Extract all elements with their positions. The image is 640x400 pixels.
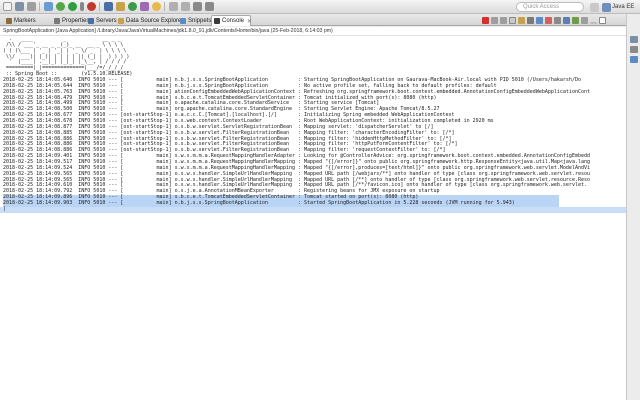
remove-launch-icon[interactable] bbox=[491, 17, 498, 24]
previous-annotation-icon[interactable] bbox=[181, 2, 190, 11]
task-list-icon[interactable] bbox=[630, 56, 638, 63]
console-icon bbox=[214, 18, 220, 24]
display-console-icon[interactable] bbox=[563, 17, 570, 24]
open-type-icon[interactable] bbox=[140, 2, 149, 11]
tab-label: Servers bbox=[96, 17, 117, 24]
console-view-toolbar bbox=[482, 16, 608, 25]
log-line: 2018-02-25 18:14:09.903 INFO 5010 --- [ … bbox=[3, 200, 559, 207]
print-icon[interactable] bbox=[27, 2, 36, 11]
word-wrap-icon[interactable] bbox=[527, 17, 534, 24]
tab-label: Data Source Explorer bbox=[126, 17, 184, 24]
tab-properties[interactable]: Properties bbox=[52, 15, 89, 26]
run-dropdown-icon[interactable] bbox=[80, 2, 84, 11]
new-java-project-icon[interactable] bbox=[104, 2, 113, 11]
clear-console-icon[interactable] bbox=[509, 17, 516, 24]
tab-console[interactable]: Console ✕ bbox=[211, 15, 252, 26]
tab-label: Console bbox=[222, 18, 245, 24]
eclipse-window: Quick Access Java EE Markers Properties … bbox=[0, 0, 640, 400]
markers-icon bbox=[6, 17, 12, 24]
view-menu-icon[interactable] bbox=[581, 17, 588, 24]
toolbar-separator bbox=[99, 2, 100, 11]
outline-icon[interactable] bbox=[630, 46, 638, 53]
project-explorer-icon[interactable] bbox=[630, 36, 638, 43]
toolbar-separator bbox=[164, 2, 165, 11]
tab-servers[interactable]: Servers bbox=[86, 15, 117, 26]
show-on-stdout-icon[interactable] bbox=[536, 17, 543, 24]
properties-icon bbox=[54, 17, 60, 24]
close-icon[interactable]: ✕ bbox=[247, 18, 252, 25]
data-source-icon bbox=[118, 17, 124, 24]
pin-console-icon[interactable] bbox=[554, 17, 561, 24]
new-package-icon[interactable] bbox=[116, 2, 125, 11]
tab-label: Snippets bbox=[188, 17, 212, 24]
console-cursor-line: | bbox=[0, 206, 626, 213]
java-ee-perspective-icon[interactable] bbox=[602, 3, 611, 12]
view-tab-bar: Markers Properties Servers Data Source E… bbox=[0, 14, 640, 26]
spring-boot-banner: . ____ _ __ _ _ /\\ / ___'_ __ _ _(_)_ _… bbox=[0, 36, 626, 78]
debug-icon[interactable] bbox=[56, 2, 65, 11]
log-output: 2018-02-25 18:14:05.640 INFO 5010 --- [ … bbox=[0, 77, 626, 207]
tab-label: Markers bbox=[14, 17, 36, 24]
tab-markers[interactable]: Markers bbox=[4, 15, 36, 26]
run-icon[interactable] bbox=[68, 2, 77, 11]
search-icon[interactable] bbox=[152, 2, 161, 11]
main-toolbar: Quick Access Java EE bbox=[0, 0, 640, 14]
back-icon[interactable] bbox=[193, 2, 202, 11]
tab-data-source-explorer[interactable]: Data Source Explorer bbox=[116, 15, 183, 26]
console-process-title: SpringBootApplication [Java Application]… bbox=[0, 27, 626, 36]
save-icon[interactable] bbox=[15, 2, 24, 11]
scroll-lock-icon[interactable] bbox=[518, 17, 525, 24]
maximize-icon[interactable] bbox=[599, 17, 606, 24]
terminate-icon[interactable] bbox=[482, 17, 489, 24]
toolbar-separator bbox=[39, 2, 40, 11]
right-trim-bar bbox=[626, 14, 640, 400]
perspective-label[interactable]: Java EE bbox=[612, 2, 634, 12]
console-output[interactable]: . ____ _ __ _ _ /\\ / ___'_ __ _ _(_)_ _… bbox=[0, 36, 626, 400]
open-console-icon[interactable] bbox=[572, 17, 579, 24]
snippets-icon bbox=[180, 17, 186, 24]
minimize-icon[interactable] bbox=[590, 21, 597, 24]
servers-icon bbox=[88, 17, 94, 24]
remove-all-terminated-icon[interactable] bbox=[500, 17, 507, 24]
show-on-stderr-icon[interactable] bbox=[545, 17, 552, 24]
new-file-icon[interactable] bbox=[3, 2, 12, 11]
external-tools-icon[interactable] bbox=[87, 2, 96, 11]
new-class-icon[interactable] bbox=[128, 2, 137, 11]
next-annotation-icon[interactable] bbox=[169, 2, 178, 11]
new-server-icon[interactable] bbox=[44, 2, 53, 11]
forward-icon[interactable] bbox=[205, 2, 214, 11]
open-perspective-icon[interactable] bbox=[590, 3, 599, 12]
tab-snippets[interactable]: Snippets bbox=[178, 15, 211, 26]
quick-access-field[interactable]: Quick Access bbox=[516, 2, 584, 12]
